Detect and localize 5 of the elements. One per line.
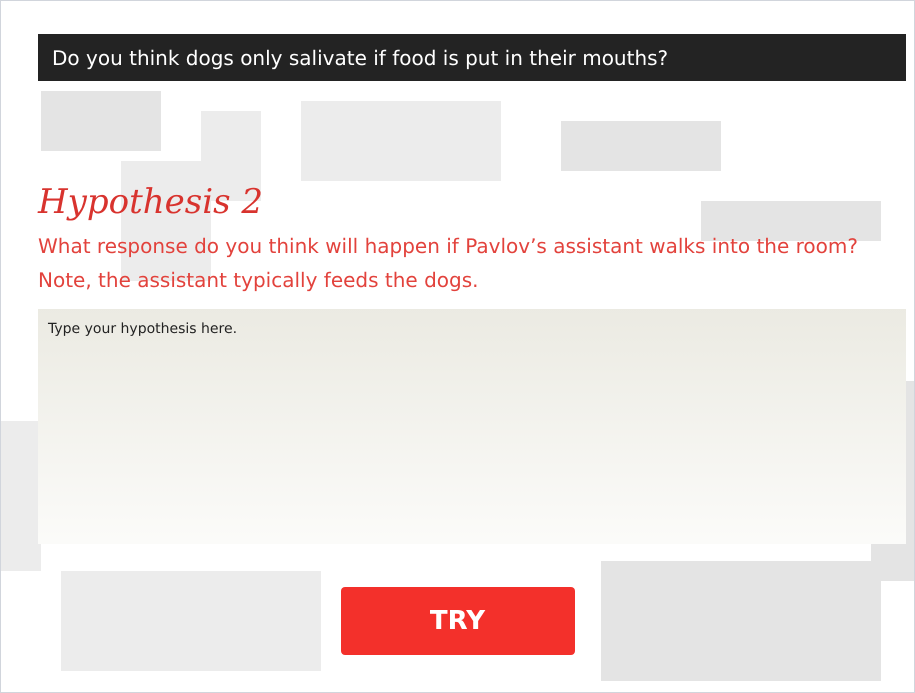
try-button[interactable]: TRY — [340, 587, 574, 655]
answer-field[interactable]: Type your hypothesis here. — [38, 309, 906, 544]
heading: Hypothesis 2 — [38, 185, 264, 219]
question-bar: Do you think dogs only salivate if food is put in their mouths? — [38, 34, 906, 81]
prompt-text: What response do you think will happen if Pavlov’s assistant walks into the room? Note, the assistant typically feeds the dogs. — [38, 233, 859, 294]
